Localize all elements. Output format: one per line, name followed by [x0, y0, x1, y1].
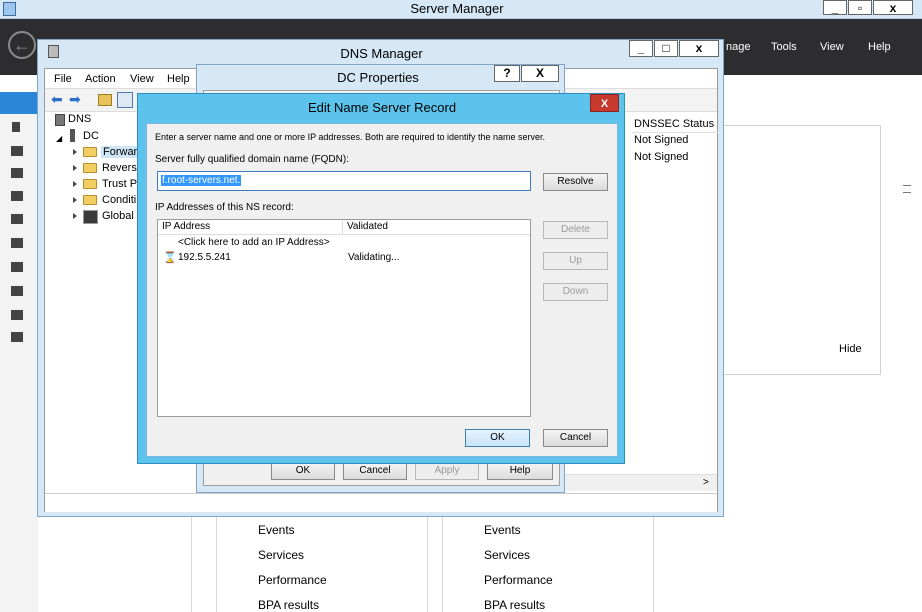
expand-forward-icon[interactable]	[73, 149, 77, 155]
nav-icon-9[interactable]	[11, 310, 23, 320]
dnssec-row-1[interactable]: Not Signed	[634, 134, 688, 146]
menu-item-help[interactable]: Help	[868, 41, 891, 53]
up-button[interactable]: Up	[543, 252, 608, 270]
ip-address-list[interactable]: IP Address Validated <Click here to add …	[157, 219, 531, 417]
dc-ok-button[interactable]: OK	[271, 462, 335, 480]
ip-entry-status: Validating...	[348, 252, 400, 263]
tile-2-bpa-results[interactable]: BPA results	[484, 598, 545, 612]
nav-icon-6[interactable]	[11, 238, 23, 248]
server-tile-2: Events Services Performance BPA results	[442, 517, 654, 612]
menu-item-tools[interactable]: Tools	[771, 41, 797, 53]
dns-menu-file[interactable]: File	[54, 73, 72, 85]
scrollbar-grip-icon[interactable]	[903, 185, 911, 193]
global-logs-icon	[83, 210, 98, 224]
ip-column-header[interactable]: IP Address	[158, 220, 343, 235]
ok-button[interactable]: OK	[465, 429, 530, 447]
menu-item-view[interactable]: View	[820, 41, 844, 53]
menu-item-manage[interactable]: nage	[726, 41, 750, 53]
tile-2-events[interactable]: Events	[484, 523, 521, 537]
dashboard-nav-icon[interactable]	[0, 92, 38, 114]
dc-help-button[interactable]: ?	[494, 65, 520, 82]
edit-ns-title: Edit Name Server Record	[307, 100, 457, 115]
expand-global-icon[interactable]	[73, 213, 77, 219]
dc-close-button[interactable]: X	[521, 65, 559, 82]
dns-manager-title: DNS Manager	[340, 46, 423, 61]
dns-root-label[interactable]: DNS	[68, 113, 91, 125]
forward-icon[interactable]: ➡	[69, 91, 81, 108]
nav-icon-10[interactable]	[11, 332, 23, 342]
folder-icon	[83, 195, 97, 205]
ip-entry-value[interactable]: 192.5.5.241	[178, 252, 231, 263]
dc-cancel-button[interactable]: Cancel	[343, 462, 407, 480]
dns-close-button[interactable]: x	[679, 40, 719, 57]
expand-reverse-icon[interactable]	[73, 165, 77, 171]
server-manager-titlebar: Server Manager _ ▫ x	[0, 0, 922, 19]
dnssec-row-2[interactable]: Not Signed	[634, 151, 688, 163]
nav-icon-1[interactable]	[12, 122, 20, 132]
expand-conditional-icon[interactable]	[73, 197, 77, 203]
dc-label[interactable]: DC	[83, 130, 99, 142]
server-tile-1: Events Services Performance BPA results	[216, 517, 428, 612]
ip-list-label: IP Addresses of this NS record:	[155, 202, 294, 213]
up-folder-icon[interactable]	[98, 94, 112, 106]
dc-apply-button[interactable]: Apply	[415, 462, 479, 480]
scroll-right-icon[interactable]: >	[703, 477, 709, 488]
edit-ns-close-button[interactable]: X	[590, 94, 619, 112]
dnssec-column-header[interactable]: DNSSEC Status	[632, 116, 719, 133]
folder-icon	[83, 147, 97, 157]
minimize-button[interactable]: _	[823, 0, 847, 15]
resolve-button[interactable]: Resolve	[543, 173, 608, 191]
fqdn-value: f.root-servers.net.	[161, 175, 242, 186]
dns-menu-help[interactable]: Help	[167, 73, 190, 85]
welcome-panel: Hide	[720, 125, 881, 375]
server-manager-nav	[0, 92, 38, 612]
dns-maximize-button[interactable]: □	[654, 40, 678, 57]
dc-help-bottom-button[interactable]: Help	[487, 462, 553, 480]
down-button[interactable]: Down	[543, 283, 608, 301]
hide-link[interactable]: Hide	[839, 343, 862, 355]
edit-ns-intro: Enter a server name and one or more IP a…	[155, 132, 546, 142]
nav-icon-5[interactable]	[11, 214, 23, 224]
delete-button[interactable]: Delete	[543, 221, 608, 239]
nav-icon-8[interactable]	[11, 286, 23, 296]
nav-icon-2[interactable]	[11, 146, 23, 156]
dns-root-icon	[55, 114, 65, 126]
edit-ns-body: Enter a server name and one or more IP a…	[146, 123, 618, 457]
add-ip-row[interactable]: <Click here to add an IP Address>	[178, 237, 330, 248]
fqdn-input[interactable]: f.root-servers.net.	[157, 171, 531, 191]
nav-icon-3[interactable]	[11, 168, 23, 178]
cancel-button[interactable]: Cancel	[543, 429, 608, 447]
restore-icon[interactable]: ▫	[848, 0, 872, 15]
tile-divider	[191, 517, 192, 612]
expand-trust-icon[interactable]	[73, 181, 77, 187]
back-icon[interactable]: ⬅	[51, 91, 63, 108]
nav-icon-4[interactable]	[11, 191, 23, 201]
dns-minimize-button[interactable]: _	[629, 40, 653, 57]
folder-icon	[83, 179, 97, 189]
expand-dc-icon[interactable]: ◢	[56, 134, 62, 143]
folder-icon	[83, 163, 97, 173]
horizontal-scrollbar[interactable]: >	[559, 474, 717, 491]
tile-1-bpa-results[interactable]: BPA results	[258, 598, 319, 612]
tile-2-performance[interactable]: Performance	[484, 573, 553, 587]
show-tree-icon[interactable]	[117, 92, 133, 108]
dns-menu-view[interactable]: View	[130, 73, 154, 85]
tile-1-events[interactable]: Events	[258, 523, 295, 537]
validated-column-header[interactable]: Validated	[343, 220, 530, 235]
dns-menu-action[interactable]: Action	[85, 73, 116, 85]
hourglass-icon: ⌛	[163, 252, 177, 264]
edit-ns-dialog: Edit Name Server Record X Enter a server…	[137, 93, 625, 464]
tree-conditional[interactable]: Conditi	[102, 194, 136, 206]
fqdn-label: Server fully qualified domain name (FQDN…	[155, 154, 349, 165]
tile-1-services[interactable]: Services	[258, 548, 304, 562]
close-button[interactable]: x	[873, 0, 913, 15]
tile-2-services[interactable]: Services	[484, 548, 530, 562]
nav-icon-7[interactable]	[11, 262, 23, 272]
back-arrow-icon[interactable]: ←	[8, 31, 36, 59]
server-icon	[70, 129, 75, 142]
tile-1-performance[interactable]: Performance	[258, 573, 327, 587]
status-bar	[45, 493, 717, 512]
server-manager-title: Server Manager	[410, 1, 504, 16]
